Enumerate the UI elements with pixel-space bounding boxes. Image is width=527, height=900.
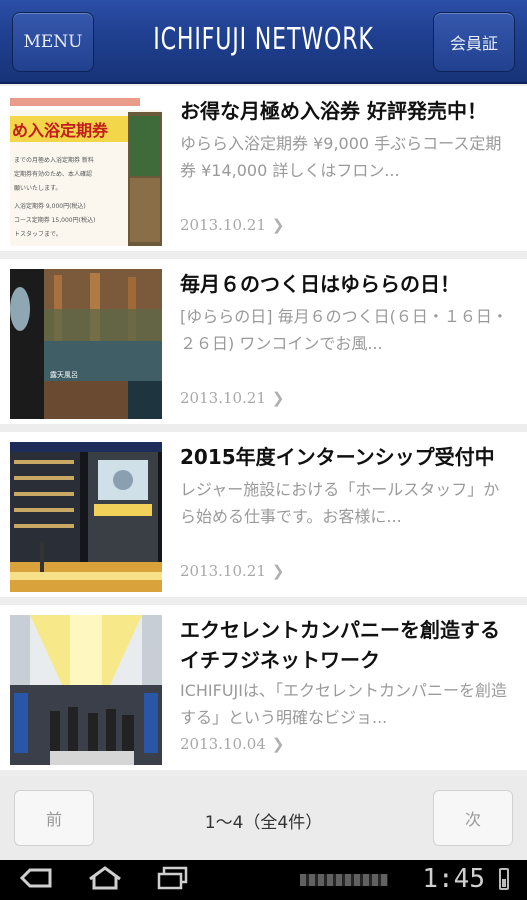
system-nav-bar: 1:45: [0, 860, 527, 900]
news-description: ICHIFUJIは、「エクセレントカンパニーを創造する」という明確なビジョ...: [180, 681, 507, 727]
svg-text:定期券有効のため、本人確認: 定期券有効のため、本人確認: [14, 170, 92, 178]
news-title: エクセレントカンパニーを創造するイチフジネットワーク: [180, 618, 500, 672]
svg-text:入浴定期券 9,000円(税込): 入浴定期券 9,000円(税込): [14, 202, 86, 210]
svg-text:トスタッフまで。: トスタッフまで。: [14, 230, 62, 238]
notification-icons: [300, 874, 388, 886]
news-date: 2013.10.21: [180, 562, 266, 580]
news-description: レジャー施設における「ホールスタッフ」から始める仕事です。お客様に...: [180, 480, 500, 526]
back-icon[interactable]: [19, 866, 54, 896]
chevron-right-icon: ❯: [271, 562, 285, 580]
news-date-row: 2013.10.21 ❯: [180, 216, 284, 234]
news-date-row: 2013.10.21 ❯: [180, 389, 284, 407]
news-title: 2015年度インターンシップ受付中: [180, 445, 495, 469]
news-date: 2013.10.21: [180, 389, 266, 407]
news-description: ゆらら入浴定期券 ¥9,000 手ぶらコース定期券 ¥14,000 詳しくはフロ…: [180, 134, 502, 180]
chevron-right-icon: ❯: [271, 389, 285, 407]
news-date-row: 2013.10.21 ❯: [180, 562, 284, 580]
chevron-right-icon: ❯: [271, 216, 285, 234]
news-thumbnail: [10, 442, 162, 592]
news-item[interactable]: め入浴定期券 までの月極め入浴定期券 新料 定期券有効のため、本人確認 願いいた…: [0, 86, 527, 251]
news-description: [ゆららの日] 毎月６のつく日(６日・１６日・２６日) ワンコインでお風...: [180, 307, 508, 353]
battery-icon: [499, 868, 509, 890]
svg-text:コース定期券 15,000円(税込): コース定期券 15,000円(税込): [14, 216, 95, 224]
svg-text:露天風呂: 露天風呂: [50, 371, 78, 379]
news-item[interactable]: 2015年度インターンシップ受付中 レジャー施設における「ホールスタッフ」から始…: [0, 432, 527, 597]
news-date: 2013.10.04: [180, 735, 266, 753]
news-thumbnail: 露天風呂: [10, 269, 162, 419]
member-card-button[interactable]: 会員証: [433, 12, 515, 72]
pagination-bar: 前 1〜4（全4件） 次: [0, 776, 527, 860]
news-date: 2013.10.21: [180, 216, 266, 234]
svg-text:め入浴定期券: め入浴定期券: [12, 121, 109, 140]
svg-text:までの月極め入浴定期券 新料: までの月極め入浴定期券 新料: [14, 156, 94, 164]
recent-apps-icon[interactable]: [156, 866, 190, 896]
news-date-row: 2013.10.04 ❯: [180, 735, 284, 753]
news-title: 毎月６のつく日はゆららの日！: [180, 272, 460, 296]
next-page-button[interactable]: 次: [433, 790, 513, 846]
news-item[interactable]: エクセレントカンパニーを創造するイチフジネットワーク ICHIFUJIは、「エク…: [0, 605, 527, 770]
svg-text:願いいたします。: 願いいたします。: [14, 185, 61, 192]
news-thumbnail: [10, 615, 162, 765]
clock: 1:45: [422, 864, 485, 894]
home-icon[interactable]: [88, 866, 122, 896]
app-logo: ICHIFUJI NETWORK: [153, 22, 374, 57]
news-thumbnail: め入浴定期券 までの月極め入浴定期券 新料 定期券有効のため、本人確認 願いいた…: [10, 96, 162, 246]
news-item[interactable]: 露天風呂 毎月６のつく日はゆららの日！ [ゆららの日] 毎月６のつく日(６日・１…: [0, 259, 527, 424]
chevron-right-icon: ❯: [271, 735, 285, 753]
news-title: お得な月極め入浴券 好評発売中！: [180, 99, 487, 123]
app-header: MENU ICHIFUJI NETWORK 会員証: [0, 0, 527, 84]
